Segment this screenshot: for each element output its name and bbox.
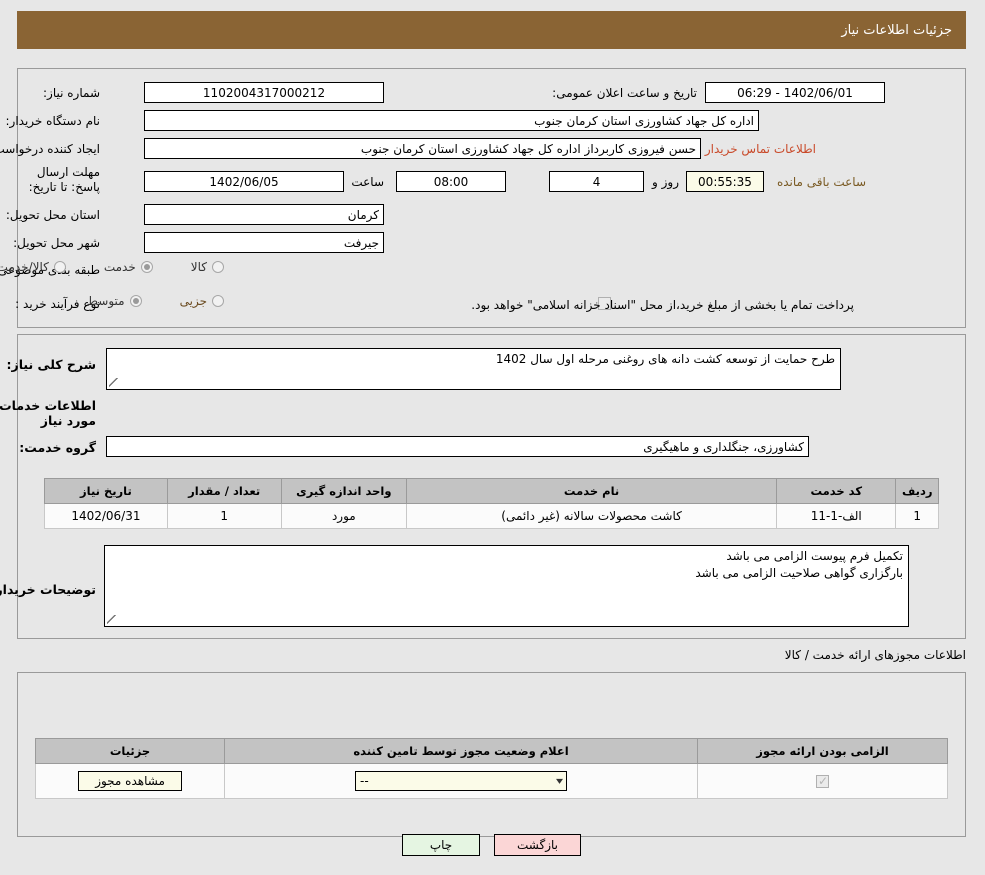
buyer-notes-textarea[interactable]: تکمیل فرم پیوست الزامی می باشد بارگزاری … [105,545,910,627]
announce-datetime-field[interactable]: 1402/06/01 - 06:29 [706,82,886,103]
back-button[interactable]: بازگشت [495,834,582,856]
radio-label: جزیی [180,294,208,308]
cell-unit: مورد [281,503,409,529]
page-title: جزئیات اطلاعات نیاز [842,22,953,38]
cell-quantity: 1 [167,503,283,529]
delivery-city-field[interactable]: جیرفت [145,232,385,253]
remaining-hours-label: ساعت باقی مانده [777,175,867,189]
radio-category-khedmat[interactable]: خدمت [105,260,154,274]
radio-indicator[interactable] [130,295,143,307]
deadline-time-field[interactable]: 08:00 [397,171,507,192]
subject-category-radio-group[interactable]: کالا خدمت کالا/خدمت [0,260,225,274]
radio-label: کالا [191,260,208,274]
table-header-row: ردیف کد خدمت نام خدمت واحد اندازه گیری ت… [45,478,940,504]
table-row: 1 الف-1-11 کاشت محصولات سالانه (غیر دائم… [45,503,940,529]
services-table: ردیف کد خدمت نام خدمت واحد اندازه گیری ت… [45,478,940,529]
col-name: نام خدمت [407,478,778,504]
overall-description-textarea[interactable]: طرح حمایت از توسعه کشت دانه های روغنی مر… [107,348,842,390]
request-creator-field[interactable]: حسن فیروزی کاربرداز اداره کل جهاد کشاورز… [145,138,702,159]
radio-indicator[interactable] [213,261,225,273]
deadline-date-field[interactable]: 1402/06/05 [145,171,345,192]
delivery-province-label: استان محل تحویل: [6,208,101,222]
buyer-contact-link[interactable]: اطلاعات تماس خریدار [706,142,817,156]
radio-process-jozii[interactable]: جزیی [181,294,225,308]
cell-name: کاشت محصولات سالانه (غیر دائمی) [407,503,778,529]
buyer-notes-label: توضیحات خریدار: [0,582,97,597]
permits-section-heading: اطلاعات مجوزهای ارائه خدمت / کالا [785,648,967,662]
service-group-label: گروه خدمت: [20,440,97,455]
remaining-time-field[interactable]: 00:55:35 [687,171,765,192]
permit-status-value: -- [361,774,370,788]
table-row: ▾ -- مشاهده مجوز [35,763,949,799]
response-deadline-label: مهلت ارسال پاسخ: تا تاریخ: [29,165,101,194]
need-info-panel [18,68,967,328]
need-number-field[interactable]: 1102004317000212 [145,82,385,103]
cell-code: الف-1-11 [776,503,898,529]
announce-datetime-label: تاریخ و ساعت اعلان عمومی: [553,86,698,100]
radio-indicator[interactable] [54,261,67,273]
buyer-org-field[interactable]: اداره کل جهاد کشاورزی استان کرمان جنوب [145,110,760,131]
col-quantity: تعداد / مقدار [167,478,283,504]
deadline-hour-label: ساعت [352,175,385,189]
col-permit-status: اعلام وضعیت مجوز توسط تامین کننده [225,738,700,764]
service-group-field[interactable]: کشاورزی، جنگلداری و ماهیگیری [107,436,810,457]
cell-permit-status: ▾ -- [225,763,700,799]
remaining-days-label: روز و [653,175,680,189]
delivery-city-label: شهر محل تحویل: [14,236,101,250]
col-unit: واحد اندازه گیری [281,478,409,504]
radio-category-kala[interactable]: کالا [192,260,225,274]
buyer-org-label: نام دستگاه خریدار: [6,114,102,128]
view-permit-button[interactable]: مشاهده مجوز [79,771,183,791]
radio-label: خدمت [104,260,137,274]
col-radif: ردیف [896,478,940,504]
radio-process-motevaset[interactable]: متوسط [88,294,143,308]
request-creator-label: ایجاد کننده درخواست: [0,142,101,156]
radio-label: کالا/خدمت [0,260,50,274]
purchase-process-radio-group[interactable]: جزیی متوسط [88,294,225,308]
table-header-row: الزامی بودن ارائه مجوز اعلام وضعیت مجوز … [35,738,949,764]
permit-required-checkbox[interactable] [817,774,830,788]
col-permit-required: الزامی بودن ارائه مجوز [698,738,949,764]
radio-indicator[interactable] [141,261,154,273]
chevron-down-icon: ▾ [557,775,565,787]
footer-actions: بازگشت چاپ [0,834,985,856]
permits-table: الزامی بودن ارائه مجوز اعلام وضعیت مجوز … [35,738,949,799]
col-need-date: تاریخ نیاز [45,478,169,504]
treasury-docs-note: پرداخت تمام یا بخشی از مبلغ خرید،از محل … [472,298,855,312]
remaining-days-field[interactable]: 4 [550,171,645,192]
radio-indicator[interactable] [213,295,225,307]
cell-need-date: 1402/06/31 [45,503,169,529]
print-button[interactable]: چاپ [403,834,481,856]
page-title-band: جزئیات اطلاعات نیاز [18,11,967,49]
overall-description-label: شرح کلی نیاز: [7,357,97,372]
col-permit-details: جزئیات [35,738,227,764]
radio-category-kala-khedmat[interactable]: کالا/خدمت [0,260,67,274]
cell-radif: 1 [896,503,940,529]
cell-permit-required [698,763,949,799]
permit-status-select[interactable]: ▾ -- [356,771,569,791]
cell-permit-details: مشاهده مجوز [35,763,227,799]
need-number-label: شماره نیاز: [44,86,101,100]
services-section-heading: اطلاعات خدمات مورد نیاز [0,398,97,428]
radio-label: متوسط [87,294,126,308]
delivery-province-field[interactable]: کرمان [145,204,385,225]
col-code: کد خدمت [776,478,898,504]
